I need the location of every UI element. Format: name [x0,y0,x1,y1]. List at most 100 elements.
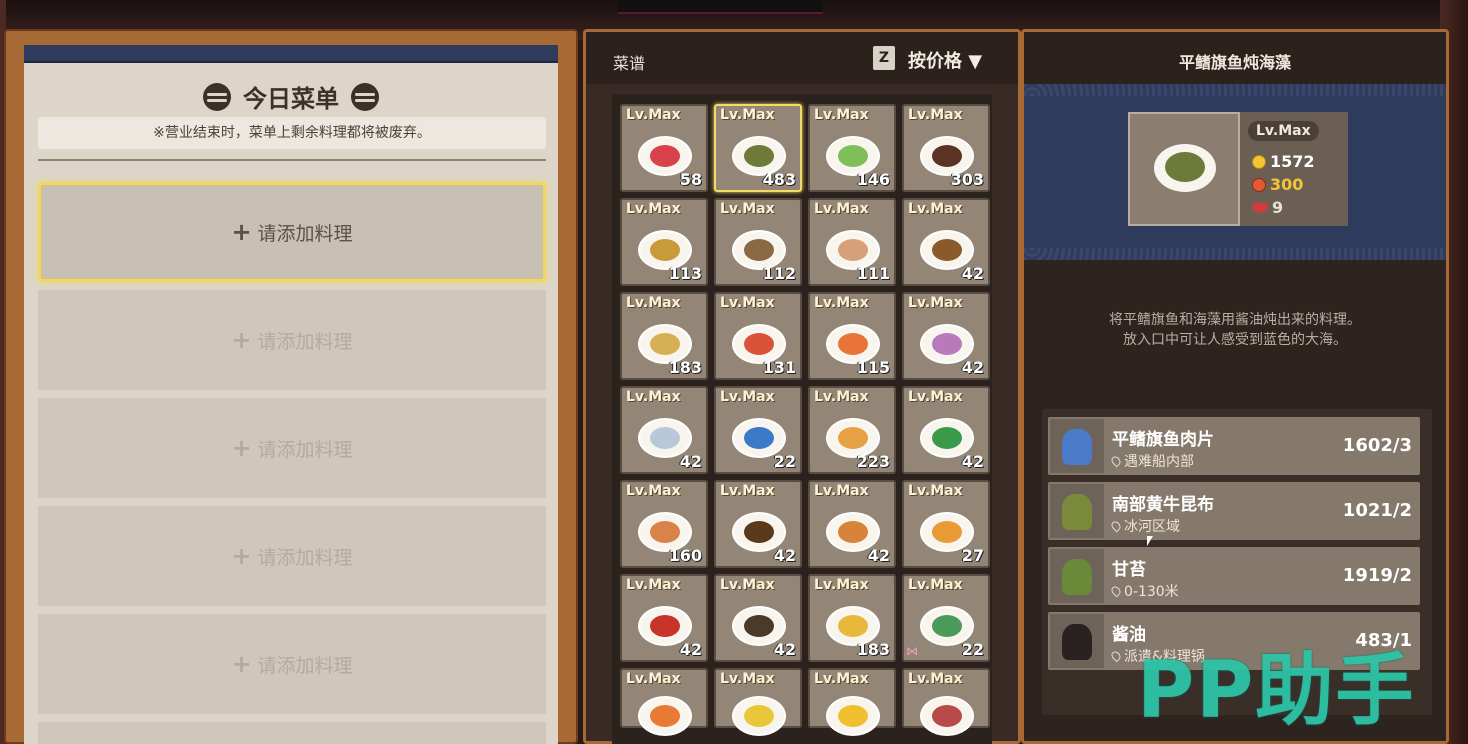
food-icon [838,333,868,355]
food-icon [838,615,868,637]
menu-slot-2[interactable]: + 请添加料理 [38,290,546,390]
dish-description: 将平鳍旗鱼和海藻用酱油炖出来的料理。 放入口中可让人感受到蓝色的大海。 [1024,310,1446,350]
recipe-card-3[interactable]: Lv.Max 146 [808,104,896,192]
menu-slot-label: 请添加料理 [257,654,353,677]
recipe-card-25[interactable]: Lv.Max [620,668,708,736]
recipe-card-4[interactable]: Lv.Max 303 [902,104,990,192]
ingredient-icon [1062,494,1092,530]
bowl-icon [1252,202,1268,213]
dish-title: 平鳍旗鱼炖海藻 [1178,53,1291,72]
recipe-level: Lv.Max [908,295,963,311]
recipe-card-26[interactable]: Lv.Max [714,668,802,736]
food-icon [650,145,680,167]
ingredient-location: 遇难船内部 [1109,451,1194,471]
recipe-card-12[interactable]: Lv.Max 42 [902,292,990,380]
recipe-level: Lv.Max [908,671,963,687]
ingredient-name: 平鳍旗鱼肉片 [1112,430,1214,450]
recipe-card-6[interactable]: Lv.Max 112 [714,198,802,286]
recipe-count: 22 [961,640,984,659]
recipe-card-17[interactable]: Lv.Max 160 [620,480,708,568]
menu-slot-1[interactable]: + 请添加料理 [38,182,546,282]
recipe-card-22[interactable]: Lv.Max 42 [714,574,802,662]
dish-stats: Lv.Max 1572 300 9 [1240,112,1348,226]
recipe-level: Lv.Max [908,483,963,499]
recipe-card-2[interactable]: Lv.Max 483 [714,104,802,192]
recipe-level: Lv.Max [626,201,681,217]
plate-icon [1154,144,1216,192]
food-icon [744,145,774,167]
recipe-title: 菜谱 [613,54,646,73]
food-icon [744,521,774,543]
recipe-level: Lv.Max [626,389,681,405]
taste-stat: 300 [1252,175,1303,194]
add-icon: + [231,326,252,354]
food-icon [932,333,962,355]
menu-slot-3[interactable]: + 请添加料理 [38,398,546,498]
watermark: PP助手 [1137,646,1416,736]
ingredient-location: 冰河区域 [1109,516,1180,536]
menu-slot-4[interactable]: + 请添加料理 [38,506,546,606]
recipe-card-20[interactable]: Lv.Max 27 [902,480,990,568]
recipe-card-21[interactable]: Lv.Max 42 [620,574,708,662]
ingredient-count: 1919/2 [1342,565,1412,586]
dish-image [1128,112,1240,226]
recipe-card-23[interactable]: Lv.Max 183 [808,574,896,662]
recipe-card-11[interactable]: Lv.Max 115 [808,292,896,380]
recipe-count: 42 [867,546,890,565]
recipe-count: 183 [668,358,702,377]
recipe-header: 菜谱 Z 按价格 ▼ [586,32,1018,84]
food-icon [932,145,962,167]
menu-notice: ※营业结束时，菜单上剩余料理都将被废弃。 [38,117,546,149]
recipe-card-27[interactable]: Lv.Max [808,668,896,736]
recipe-card-16[interactable]: Lv.Max 42 [902,386,990,474]
coin-icon [1252,154,1266,169]
recipe-card-9[interactable]: Lv.Max 183 [620,292,708,380]
recipe-card-15[interactable]: Lv.Max 223 [808,386,896,474]
menu-slot-6[interactable] [38,722,546,744]
add-icon: + [231,218,252,246]
recipe-card-19[interactable]: Lv.Max 42 [808,480,896,568]
recipe-level: Lv.Max [814,389,869,405]
recipe-card-28[interactable]: Lv.Max [902,668,990,736]
recipe-level: Lv.Max [720,389,775,405]
menu-slot-label: 请添加料理 [257,438,353,461]
recipe-card-8[interactable]: Lv.Max 42 [902,198,990,286]
recipe-card-10[interactable]: Lv.Max 131 [714,292,802,380]
menu-slot-5[interactable]: + 请添加料理 [38,614,546,714]
ingredient-image [1050,549,1104,603]
recipe-card-5[interactable]: Lv.Max 113 [620,198,708,286]
ingredient-row[interactable]: 平鳍旗鱼肉片 遇难船内部 1602/3 [1048,417,1420,475]
recipe-card-14[interactable]: Lv.Max 22 [714,386,802,474]
recipe-level: Lv.Max [908,577,963,593]
recipe-level: Lv.Max [814,107,869,123]
recipe-count: 115 [856,358,890,377]
food-icon [838,145,868,167]
ingredient-row[interactable]: 甘苔 0-130米 1919/2 [1048,547,1420,605]
food-icon [932,521,962,543]
servings-stat: 9 [1252,198,1283,217]
ingredient-name: 甘苔 [1112,560,1146,580]
recipe-card-18[interactable]: Lv.Max 42 [714,480,802,568]
taste-value: 300 [1270,175,1304,194]
recipe-level: Lv.Max [720,107,775,123]
food-icon [744,427,774,449]
recipe-card-7[interactable]: Lv.Max 111 [808,198,896,286]
todays-menu-panel: 今日菜单 ※营业结束时，菜单上剩余料理都将被废弃。 + 请添加料理 + 请添加料理 … [4,29,578,744]
recipe-count: 146 [856,170,890,189]
food-icon [744,705,774,727]
recipe-level: Lv.Max [626,107,681,123]
food-icon [650,615,680,637]
recipe-count: 42 [773,546,796,565]
add-icon: + [231,434,252,462]
recipe-count: 42 [679,640,702,659]
recipe-count: 111 [856,264,890,283]
recipe-card-24[interactable]: Lv.Max ⋈ 22 [902,574,990,662]
food-icon [744,333,774,355]
menu-title-text: 今日菜单 [243,85,339,113]
recipe-level: Lv.Max [626,577,681,593]
ingredient-row[interactable]: 南部黄牛昆布 冰河区域 1021/2 [1048,482,1420,540]
recipe-card-13[interactable]: Lv.Max 42 [620,386,708,474]
recipe-card-1[interactable]: Lv.Max 58 [620,104,708,192]
ingredient-location-text: 遇难船内部 [1124,454,1194,470]
sort-by-price-dropdown[interactable]: 按价格 ▼ [908,47,982,73]
